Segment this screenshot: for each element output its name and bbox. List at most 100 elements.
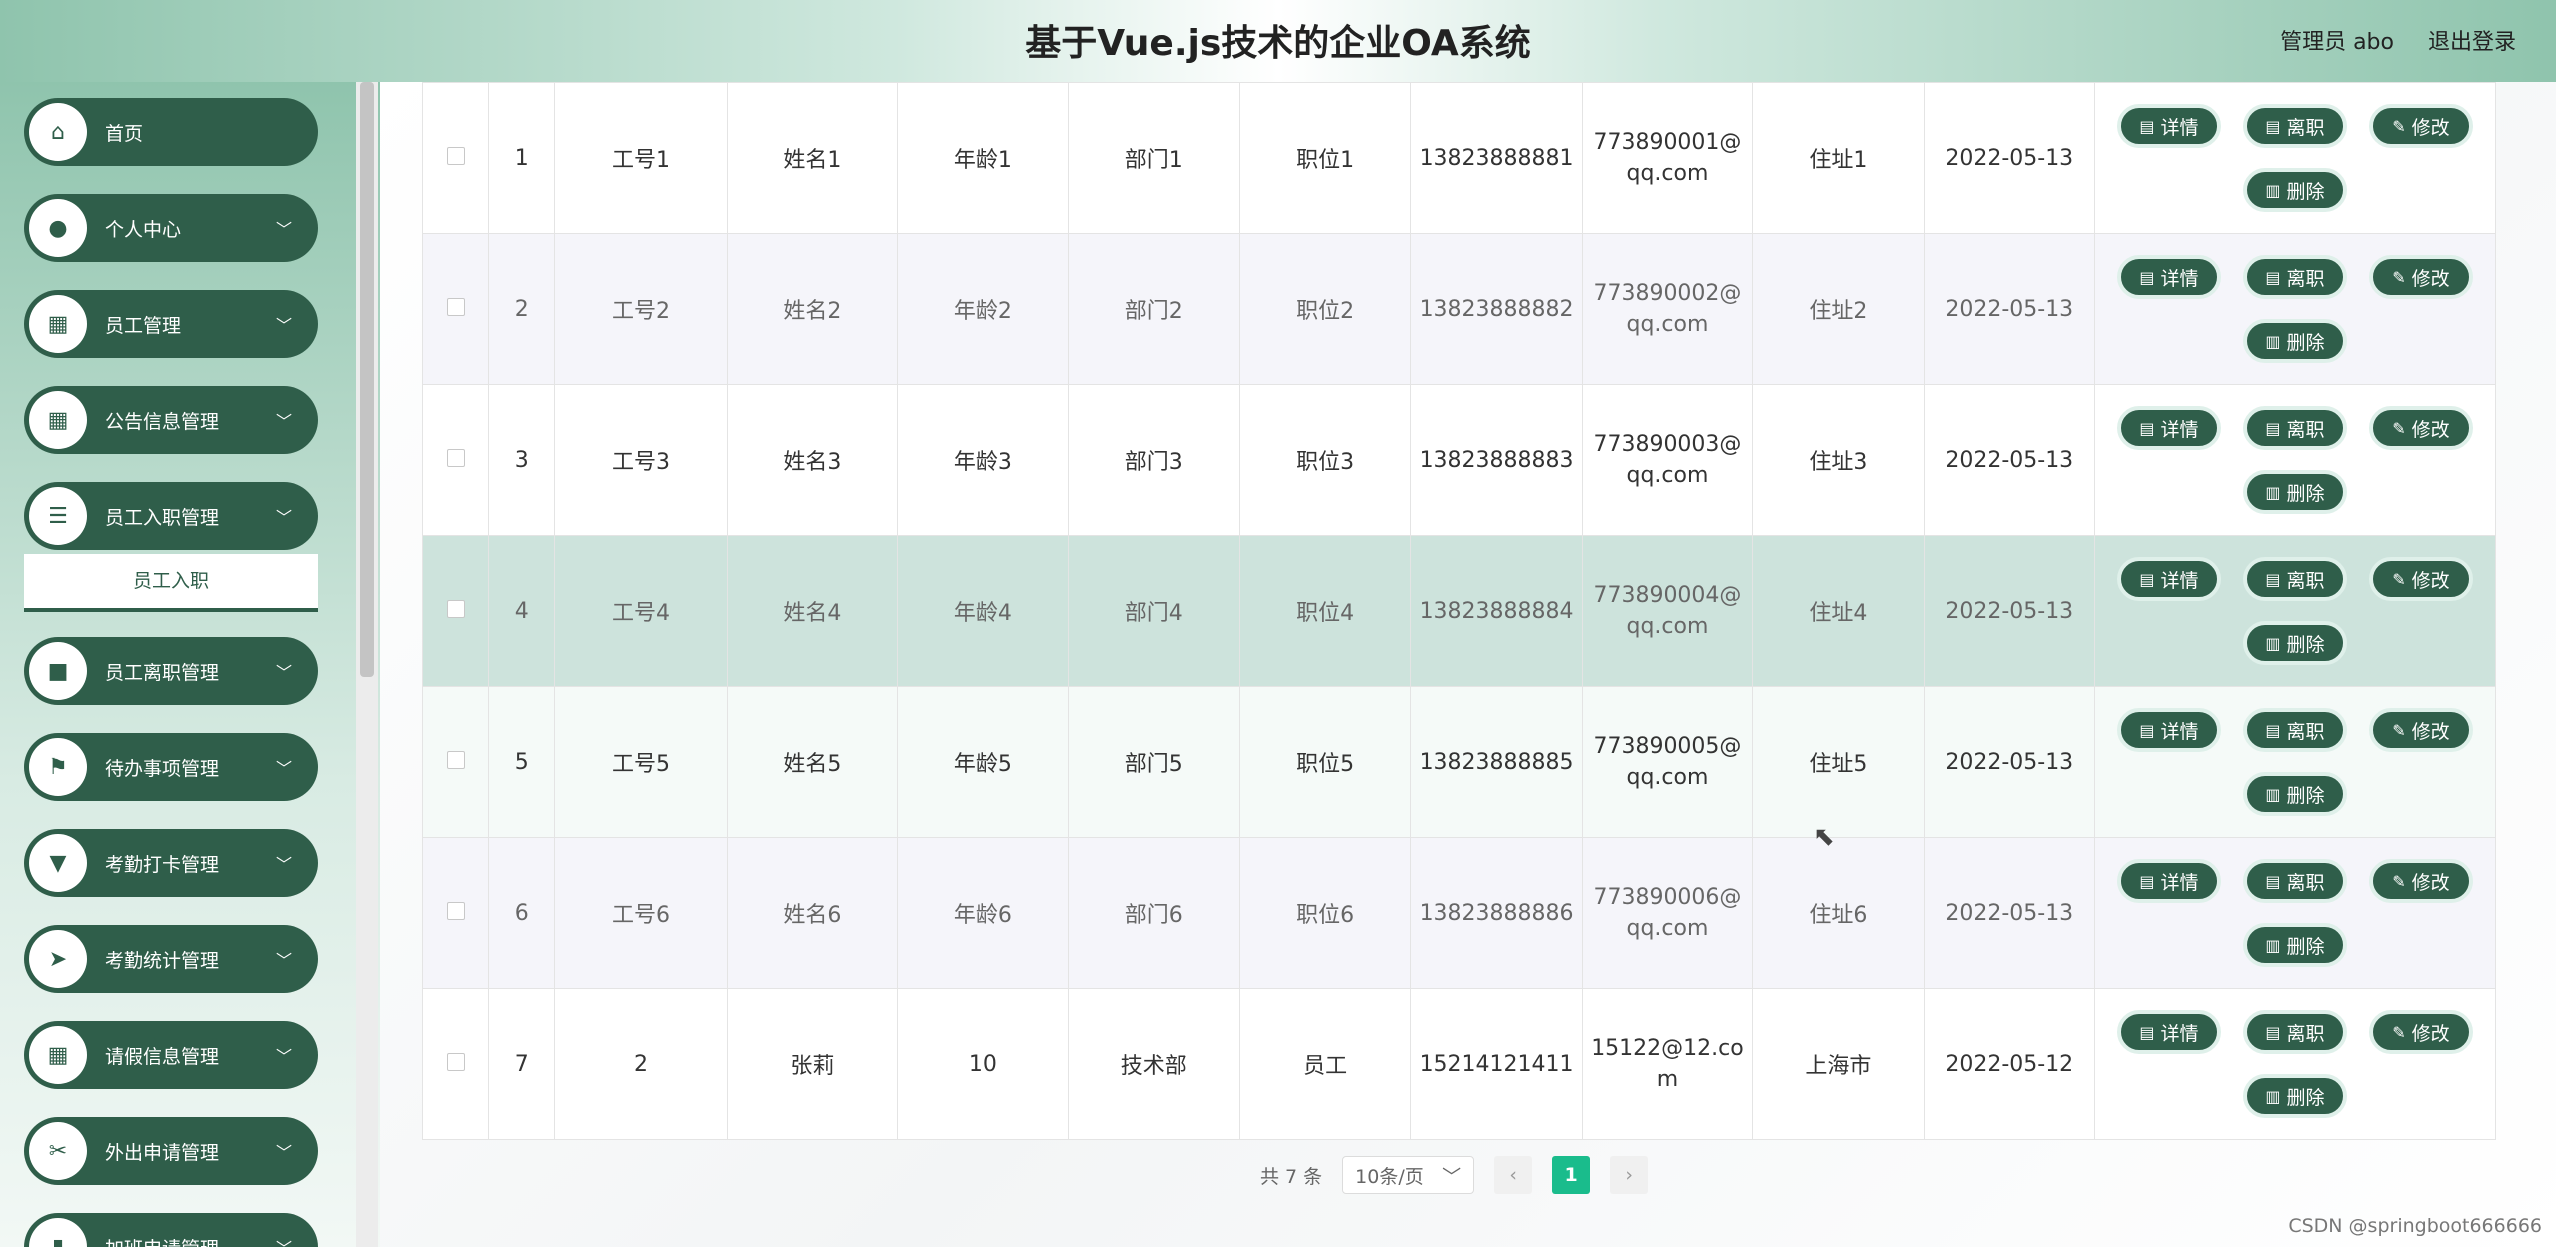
email-part: 773890002@ — [1593, 281, 1742, 306]
button-label: 删除 — [2286, 633, 2325, 656]
position-cell: 员工 — [1238, 988, 1412, 1140]
sidebar-item-profile[interactable]: ● 个人中心 ﹀ — [24, 194, 318, 262]
edit-button[interactable]: ✎ 修改 — [2368, 1010, 2473, 1054]
name-cell: 姓名1 — [726, 82, 899, 234]
sidebar-item-label: 员工入职管理 — [105, 506, 220, 529]
prev-page-button[interactable]: ‹ — [1494, 1156, 1533, 1194]
logout-link[interactable]: 退出登录 — [2428, 24, 2516, 56]
sidebar-item-home[interactable]: ⌂ 首页 — [24, 98, 318, 166]
button-label: 离职 — [2286, 1022, 2325, 1045]
department-cell: 部门2 — [1067, 233, 1240, 385]
delete-button[interactable]: ▥ 删除 — [2242, 772, 2347, 816]
page-size-select[interactable]: 10条/页 ﹀ — [1342, 1156, 1475, 1194]
row-checkbox[interactable] — [446, 297, 465, 316]
sidebar-item-resignation[interactable]: ■ 员工离职管理 ﹀ — [24, 637, 318, 705]
button-label: 修改 — [2411, 1022, 2450, 1045]
document-icon: ▤ — [2139, 569, 2155, 589]
age-cell: 10 — [897, 988, 1069, 1140]
delete-button[interactable]: ▥ 删除 — [2242, 470, 2347, 514]
delete-button[interactable]: ▥ 删除 — [2242, 621, 2347, 665]
resign-button[interactable]: ▤ 离职 — [2242, 104, 2347, 148]
resign-button[interactable]: ▤ 离职 — [2242, 406, 2347, 450]
document-icon: ▤ — [2139, 1022, 2155, 1042]
row-checkbox[interactable] — [446, 599, 465, 618]
edit-button[interactable]: ✎ 修改 — [2368, 104, 2473, 148]
employee-no-cell: 2 — [554, 988, 728, 1140]
sidebar-item-outing[interactable]: ✂ 外出申请管理 ﹀ — [24, 1117, 318, 1185]
employee-no-cell: 工号3 — [554, 384, 728, 536]
name-cell: 姓名3 — [726, 384, 899, 536]
main-content: 1 工号1 姓名1 年龄1 部门1 职位1 13823888881 773890001@ qq.… — [380, 82, 2556, 1247]
edit-button[interactable]: ✎ 修改 — [2368, 708, 2473, 752]
sidebar-item-label: 加班申请管理 — [105, 1234, 276, 1247]
delete-button[interactable]: ▥ 删除 — [2242, 1074, 2347, 1118]
sidebar-item-label: 待办事项管理 — [105, 757, 220, 780]
edit-button[interactable]: ✎ 修改 — [2368, 406, 2473, 450]
resign-button[interactable]: ▤ 离职 — [2242, 1010, 2347, 1054]
pagination: 共 7 条 10条/页 ﹀ ‹ 1 › — [1260, 1156, 1649, 1194]
pencil-icon: ✎ — [2392, 116, 2406, 136]
index-cell: 6 — [488, 837, 556, 989]
detail-button[interactable]: ▤ 详情 — [2116, 1010, 2221, 1054]
detail-button[interactable]: ▤ 详情 — [2116, 557, 2221, 601]
button-label: 离职 — [2286, 418, 2325, 441]
sidebar-item-onboarding[interactable]: ☰ 员工入职管理 ﹀ — [24, 482, 318, 550]
chevron-down-icon: ﹀ — [275, 663, 292, 682]
edit-button[interactable]: ✎ 修改 — [2368, 255, 2473, 299]
sidebar-item-checkin[interactable]: ▼ 考勤打卡管理 ﹀ — [24, 829, 318, 897]
email-part: m — [1656, 1067, 1679, 1092]
trash-icon: ▥ — [2265, 331, 2281, 351]
submenu-item-onboarding[interactable]: 员工入职 — [24, 554, 318, 612]
email-part: 773890006@ — [1593, 885, 1742, 910]
sidebar-scrollbar-thumb[interactable] — [360, 82, 374, 677]
sidebar-item-attendance-stats[interactable]: ➤ 考勤统计管理 ﹀ — [24, 925, 318, 993]
email-part: qq.com — [1626, 463, 1709, 488]
detail-button[interactable]: ▤ 详情 — [2116, 255, 2221, 299]
detail-button[interactable]: ▤ 详情 — [2116, 708, 2221, 752]
sidebar-item-overtime[interactable]: ▮ 加班申请管理 ﹀ — [24, 1213, 318, 1247]
position-cell: 职位6 — [1238, 837, 1412, 989]
user-area: 管理员 abo 退出登录 — [2280, 24, 2516, 56]
name-cell: 姓名5 — [726, 686, 899, 838]
detail-button[interactable]: ▤ 详情 — [2116, 859, 2221, 903]
sliders-icon: ☰ — [29, 487, 87, 545]
table-row: 3 工号3 姓名3 年龄3 部门3 职位3 13823888883 773890003@ qq.… — [421, 384, 2497, 536]
email-part: 773890001@ — [1593, 130, 1742, 155]
page-number-button[interactable]: 1 — [1552, 1156, 1591, 1194]
home-icon: ⌂ — [29, 103, 87, 161]
user-icon: ● — [29, 199, 87, 257]
row-checkbox[interactable] — [446, 750, 465, 769]
sidebar-item-leave[interactable]: ▦ 请假信息管理 ﹀ — [24, 1021, 318, 1089]
delete-button[interactable]: ▥ 删除 — [2242, 319, 2347, 363]
delete-button[interactable]: ▥ 删除 — [2242, 923, 2347, 967]
document-icon: ▤ — [2265, 1022, 2281, 1042]
resign-button[interactable]: ▤ 离职 — [2242, 708, 2347, 752]
row-checkbox[interactable] — [446, 1052, 465, 1071]
sidebar-item-notice[interactable]: ▦ 公告信息管理 ﹀ — [24, 386, 318, 454]
sidebar: ⌂ 首页 ● 个人中心 ﹀ ▦ 员工管理 ﹀ ▦ 公告信息管理 ﹀ ☰ 员工入职… — [0, 82, 372, 1247]
actions-cell: ▤ 详情 ▤ 离职 ✎ 修改 ▥ 删除 — [2093, 988, 2497, 1140]
row-checkbox[interactable] — [446, 448, 465, 467]
table-row: 2 工号2 姓名2 年龄2 部门2 职位2 13823888882 773890002@ qq.… — [421, 233, 2497, 385]
detail-button[interactable]: ▤ 详情 — [2116, 406, 2221, 450]
detail-button[interactable]: ▤ 详情 — [2116, 104, 2221, 148]
age-cell: 年龄2 — [897, 233, 1069, 385]
sidebar-item-employee[interactable]: ▦ 员工管理 ﹀ — [24, 290, 318, 358]
edit-button[interactable]: ✎ 修改 — [2368, 557, 2473, 601]
resign-button[interactable]: ▤ 离职 — [2242, 859, 2347, 903]
row-checkbox[interactable] — [446, 901, 465, 920]
email-part: 773890003@ — [1593, 432, 1742, 457]
button-label: 删除 — [2286, 1086, 2325, 1109]
next-page-button[interactable]: › — [1610, 1156, 1649, 1194]
email-cell: 773890004@ qq.com — [1581, 535, 1754, 687]
table-row: 1 工号1 姓名1 年龄1 部门1 职位1 13823888881 773890001@ qq.… — [421, 82, 2497, 234]
delete-button[interactable]: ▥ 删除 — [2242, 168, 2347, 212]
resign-button[interactable]: ▤ 离职 — [2242, 255, 2347, 299]
department-cell: 部门4 — [1067, 535, 1240, 687]
row-checkbox[interactable] — [446, 146, 465, 165]
edit-button[interactable]: ✎ 修改 — [2368, 859, 2473, 903]
resign-button[interactable]: ▤ 离职 — [2242, 557, 2347, 601]
sidebar-item-todo[interactable]: ⚑ 待办事项管理 ﹀ — [24, 733, 318, 801]
phone-cell: 15214121411 — [1410, 988, 1583, 1140]
email-cell: 773890005@ qq.com — [1581, 686, 1754, 838]
